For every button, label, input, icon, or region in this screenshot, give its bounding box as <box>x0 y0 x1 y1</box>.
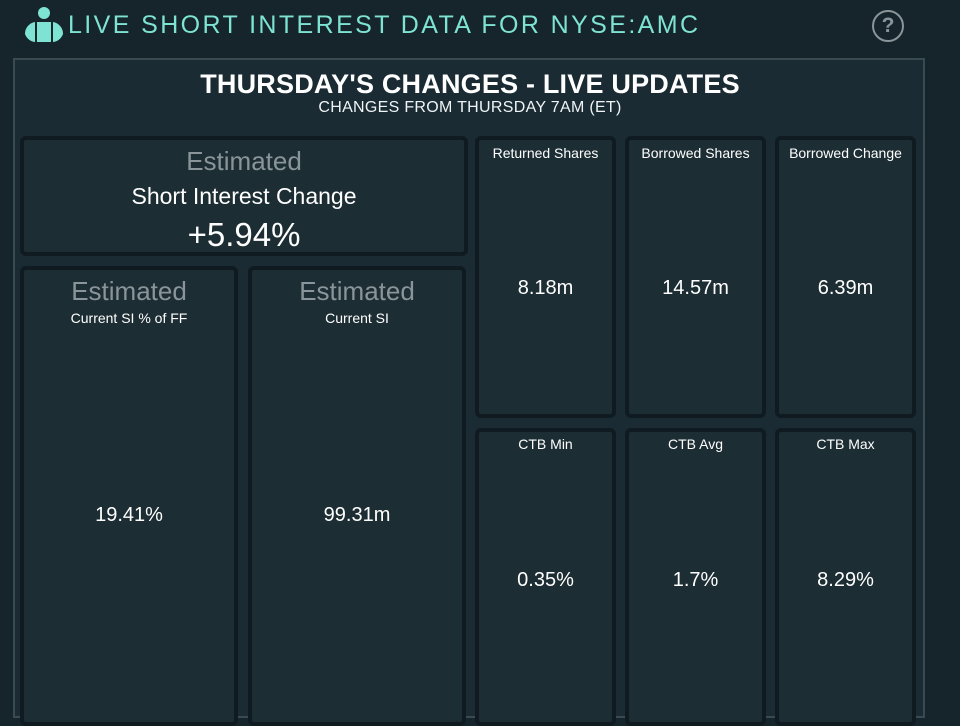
si-pct-ff-card: Estimated Current SI % of FF 19.41% <box>20 266 238 726</box>
ctb-min-label: CTB Min <box>518 436 573 452</box>
question-circle-icon[interactable]: ? <box>872 10 904 42</box>
si-change-card: Estimated Short Interest Change +5.94% <box>20 136 468 256</box>
panel-subtitle: CHANGES FROM THURSDAY 7AM (ET) <box>318 99 622 116</box>
si-pct-ff-label: Current SI % of FF <box>70 310 188 326</box>
ctb-max-card: CTB Max 8.29% <box>775 428 916 726</box>
current-si-label: Current SI <box>325 310 389 326</box>
ctb-min-card: CTB Min 0.35% <box>475 428 616 726</box>
borrowed-change-value: 6.39m <box>817 277 874 299</box>
estimated-label: Estimated <box>299 276 415 306</box>
returned-shares-value: 8.18m <box>517 277 574 299</box>
returned-shares-label: Returned Shares <box>492 145 599 161</box>
panel-title: THURSDAY'S CHANGES - LIVE UPDATES <box>200 69 740 99</box>
ctb-avg-value: 1.7% <box>672 569 719 591</box>
borrowed-shares-label: Borrowed Shares <box>641 145 750 161</box>
ctb-max-value: 8.29% <box>817 569 874 591</box>
ctb-min-value: 0.35% <box>517 569 574 591</box>
returned-shares-card: Returned Shares 8.18m <box>475 136 616 418</box>
borrowed-change-label: Borrowed Change <box>789 145 902 161</box>
borrowed-shares-card: Borrowed Shares 14.57m <box>625 136 766 418</box>
si-pct-ff-value: 19.41% <box>95 504 163 526</box>
estimated-label: Estimated <box>186 146 302 176</box>
si-change-label: Short Interest Change <box>131 183 357 209</box>
app-title: LIVE SHORT INTEREST DATA FOR NYSE:AMC <box>68 11 701 39</box>
ctb-avg-label: CTB Avg <box>668 436 723 452</box>
estimated-label: Estimated <box>71 276 187 306</box>
top-bar: LIVE SHORT INTEREST DATA FOR NYSE:AMC ? <box>0 0 960 52</box>
ctb-avg-card: CTB Avg 1.7% <box>625 428 766 726</box>
current-si-card: Estimated Current SI 99.31m <box>248 266 466 726</box>
current-si-value: 99.31m <box>323 504 391 526</box>
borrowed-change-card: Borrowed Change 6.39m <box>775 136 916 418</box>
borrowed-shares-value: 14.57m <box>662 277 729 299</box>
info-person-icon <box>24 7 64 42</box>
ctb-max-label: CTB Max <box>816 436 875 452</box>
si-change-value: +5.94% <box>187 216 301 253</box>
